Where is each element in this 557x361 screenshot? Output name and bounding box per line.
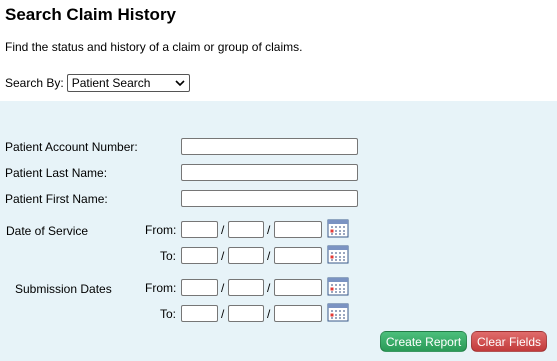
date-separator: / bbox=[267, 307, 271, 321]
sub-from-year-input[interactable] bbox=[274, 279, 322, 296]
to-label: To: bbox=[160, 249, 177, 263]
sub-from-month-input[interactable] bbox=[181, 279, 218, 296]
first-name-label: Patient First Name: bbox=[5, 192, 108, 206]
chevron-down-icon bbox=[175, 80, 185, 87]
date-separator: / bbox=[267, 249, 271, 263]
dos-to-month-input[interactable] bbox=[181, 247, 218, 264]
dos-from-month-input[interactable] bbox=[181, 221, 218, 238]
date-separator: / bbox=[221, 223, 225, 237]
last-name-label: Patient Last Name: bbox=[5, 166, 108, 180]
last-name-input[interactable] bbox=[181, 164, 358, 181]
search-by-label: Search By: bbox=[5, 76, 64, 90]
page-title: Search Claim History bbox=[5, 5, 177, 24]
dos-from-day-input[interactable] bbox=[228, 221, 264, 238]
dos-to-day-input[interactable] bbox=[228, 247, 264, 264]
dos-to-year-input[interactable] bbox=[274, 247, 322, 264]
submission-from-row: From: / / bbox=[0, 277, 557, 298]
page-description: Find the status and history of a claim o… bbox=[5, 40, 303, 54]
date-of-service-to-row: To: / / bbox=[0, 245, 557, 266]
calendar-icon[interactable] bbox=[327, 219, 349, 238]
from-label: From: bbox=[145, 281, 177, 295]
date-separator: / bbox=[267, 223, 271, 237]
sub-to-month-input[interactable] bbox=[181, 305, 218, 322]
dos-from-year-input[interactable] bbox=[274, 221, 322, 238]
search-by-selected-value: Patient Search bbox=[71, 76, 151, 90]
sub-from-day-input[interactable] bbox=[228, 279, 264, 296]
date-of-service-from-row: From: / / bbox=[0, 219, 557, 240]
from-label: From: bbox=[145, 223, 177, 237]
first-name-input[interactable] bbox=[181, 190, 358, 207]
date-separator: / bbox=[267, 281, 271, 295]
account-number-label: Patient Account Number: bbox=[5, 140, 138, 154]
search-by-select[interactable]: Patient Search bbox=[66, 74, 190, 92]
to-label: To: bbox=[160, 307, 177, 321]
date-separator: / bbox=[221, 249, 225, 263]
calendar-icon[interactable] bbox=[327, 245, 349, 264]
calendar-icon[interactable] bbox=[327, 277, 349, 296]
date-separator: / bbox=[221, 307, 225, 321]
calendar-icon[interactable] bbox=[327, 303, 349, 322]
search-by-row: Search By: Patient Search bbox=[5, 74, 190, 92]
submission-to-row: To: / / bbox=[0, 303, 557, 324]
create-report-button[interactable]: Create Report bbox=[380, 331, 467, 352]
sub-to-year-input[interactable] bbox=[274, 305, 322, 322]
account-number-input[interactable] bbox=[181, 138, 358, 155]
clear-fields-button[interactable]: Clear Fields bbox=[471, 331, 547, 352]
date-separator: / bbox=[221, 281, 225, 295]
sub-to-day-input[interactable] bbox=[228, 305, 264, 322]
